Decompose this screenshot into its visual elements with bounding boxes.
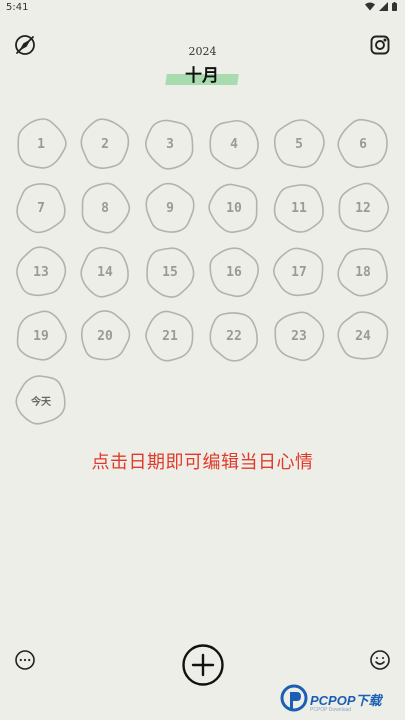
watermark-sub: PCPOP Download <box>310 707 352 713</box>
wifi-icon <box>365 2 375 11</box>
day-cell[interactable]: 19 <box>14 309 68 363</box>
day-cell[interactable]: 8 <box>78 181 132 235</box>
day-cell[interactable]: 10 <box>207 181 261 235</box>
day-number: 4 <box>230 136 238 152</box>
year-label: 2024 <box>188 45 217 58</box>
day-number: 8 <box>101 200 109 216</box>
more-button[interactable] <box>13 648 37 672</box>
day-cell[interactable]: 6 <box>336 117 390 171</box>
day-cell[interactable]: 3 <box>143 117 197 171</box>
day-cell[interactable]: 4 <box>207 117 261 171</box>
day-cell[interactable]: 16 <box>207 245 261 299</box>
day-cell[interactable]: 2 <box>78 117 132 171</box>
day-number: 1 <box>37 136 45 152</box>
day-number: 21 <box>162 328 178 344</box>
day-number: 10 <box>226 200 242 216</box>
smile-icon <box>370 650 390 670</box>
day-cell[interactable]: 15 <box>143 245 197 299</box>
add-icon <box>182 644 224 686</box>
day-cell[interactable]: 5 <box>272 117 326 171</box>
watermark: PCPOP下载 PCPOP Download <box>280 684 404 718</box>
day-number: 14 <box>97 264 113 280</box>
day-cell[interactable]: 13 <box>14 245 68 299</box>
day-number: 22 <box>226 328 242 344</box>
day-cell[interactable]: 23 <box>272 309 326 363</box>
day-cell[interactable]: 1 <box>14 117 68 171</box>
day-number: 24 <box>355 328 371 344</box>
day-cell[interactable]: 17 <box>272 245 326 299</box>
day-number: 20 <box>97 328 113 344</box>
hint-text: 点击日期即可编辑当日心情 <box>91 452 314 473</box>
day-number: 6 <box>359 136 367 152</box>
day-number: 18 <box>355 264 371 280</box>
mood-button[interactable] <box>368 648 392 672</box>
status-time: 5:41 <box>6 2 29 13</box>
day-cell[interactable]: 14 <box>78 245 132 299</box>
day-number: 7 <box>37 200 45 216</box>
day-number: 12 <box>355 200 371 216</box>
pcpop-logo-icon <box>280 684 308 712</box>
signal-icon <box>379 2 388 11</box>
day-cell[interactable]: 22 <box>207 309 261 363</box>
day-cell[interactable]: 12 <box>336 181 390 235</box>
add-mood-button[interactable] <box>181 643 225 687</box>
battery-icon <box>392 2 397 11</box>
day-number: 17 <box>291 264 307 280</box>
day-number: 2 <box>101 136 109 152</box>
day-cell[interactable]: 18 <box>336 245 390 299</box>
day-number: 19 <box>33 328 49 344</box>
day-number: 13 <box>33 264 49 280</box>
day-number: 3 <box>166 136 174 152</box>
status-icons <box>365 2 397 11</box>
day-cell[interactable]: 21 <box>143 309 197 363</box>
day-cell[interactable]: 7 <box>14 181 68 235</box>
day-cell[interactable]: 20 <box>78 309 132 363</box>
day-cell-today[interactable]: 今天 <box>14 373 68 427</box>
month-header: 十月 <box>165 60 239 90</box>
day-number: 23 <box>291 328 307 344</box>
status-bar: 5:41 <box>0 0 405 16</box>
day-number: 16 <box>226 264 242 280</box>
day-number: 15 <box>162 264 178 280</box>
day-number: 5 <box>295 136 303 152</box>
day-number: 11 <box>291 200 307 216</box>
day-cell[interactable]: 9 <box>143 181 197 235</box>
more-icon <box>15 650 35 670</box>
day-number: 9 <box>166 200 174 216</box>
day-cell[interactable]: 24 <box>336 309 390 363</box>
month-label: 十月 <box>185 66 219 86</box>
day-cell[interactable]: 11 <box>272 181 326 235</box>
today-label: 今天 <box>31 396 51 408</box>
